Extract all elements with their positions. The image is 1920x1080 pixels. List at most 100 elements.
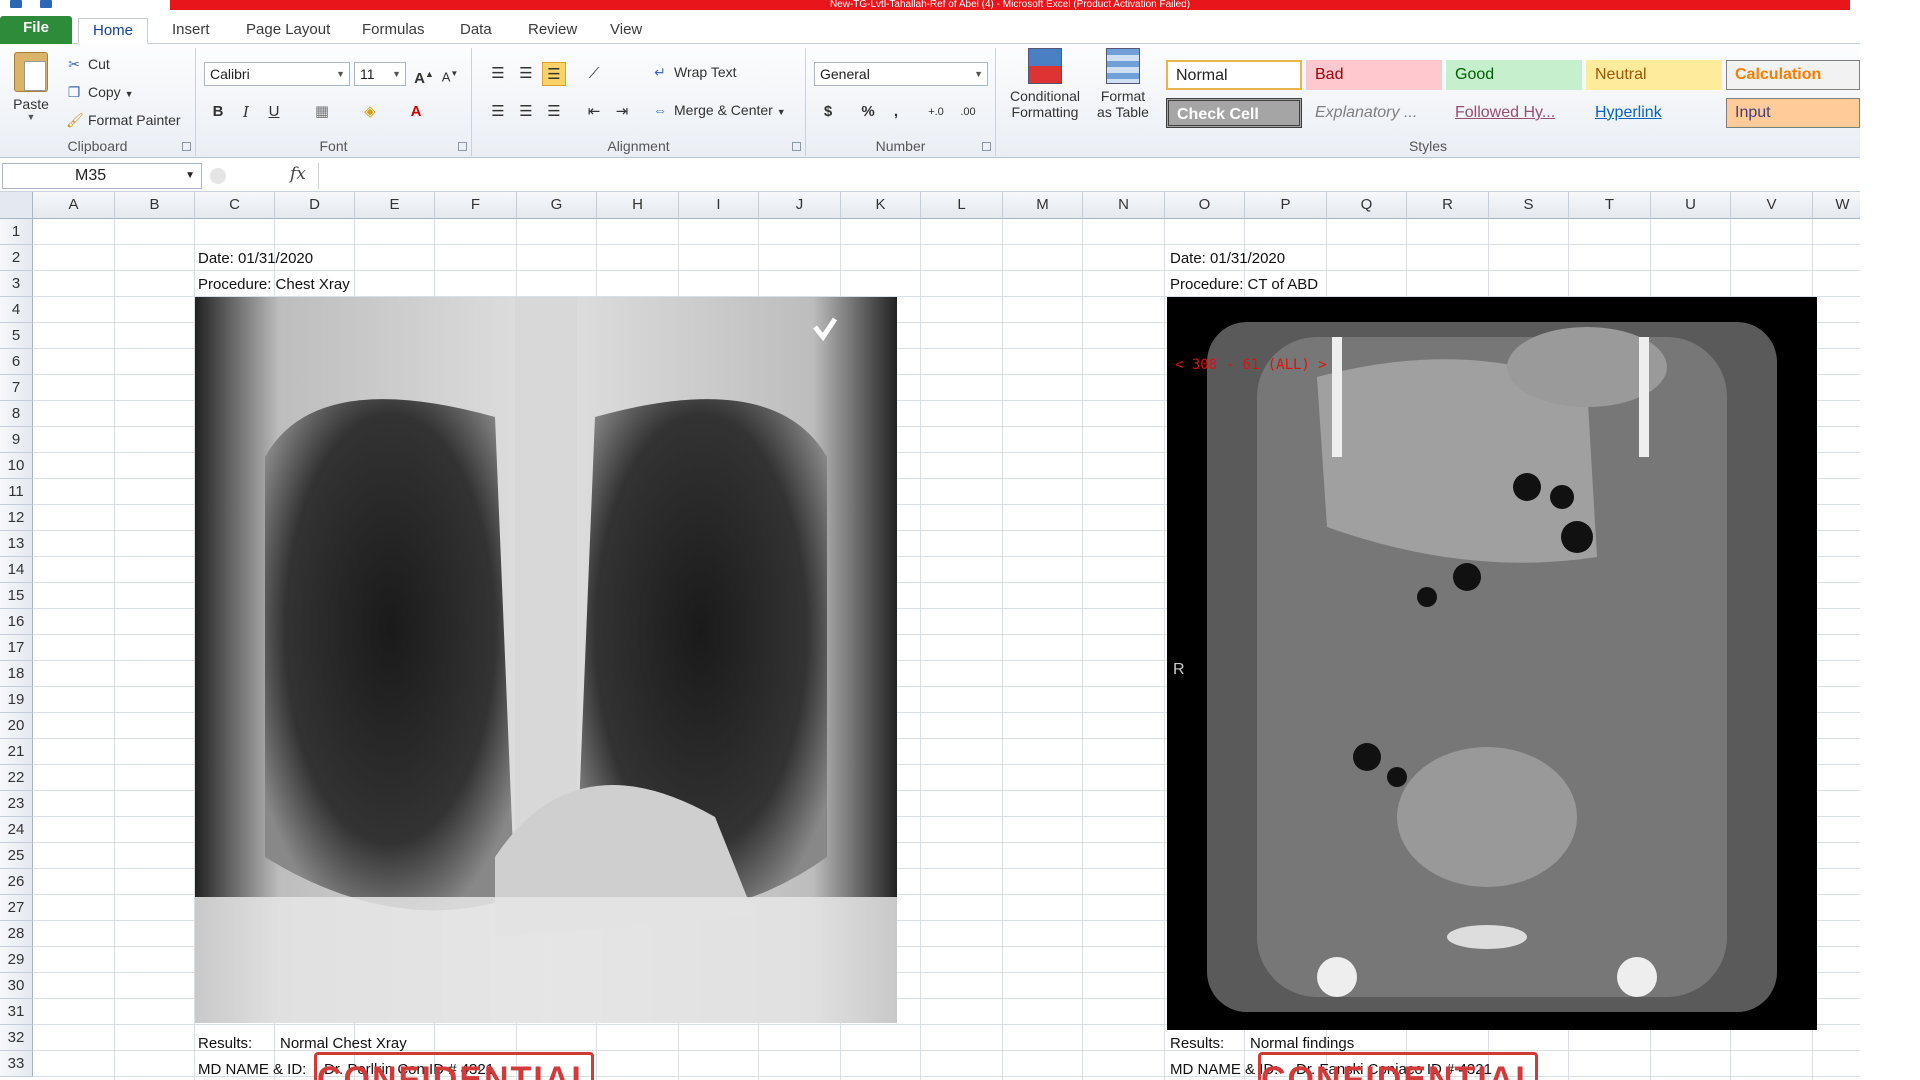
merge-center-button[interactable]: ⇔ Merge & Center ▼ (652, 102, 786, 118)
format-as-table-button[interactable]: Format as Table (1088, 48, 1158, 120)
column-header[interactable]: N (1083, 192, 1165, 219)
comma-button[interactable]: , (884, 100, 908, 124)
style-followed-hyperlink[interactable]: Followed Hy... (1446, 98, 1582, 128)
row-header[interactable]: 4 (0, 297, 33, 323)
name-box[interactable]: M35 ▼ (2, 163, 202, 189)
column-header[interactable]: E (355, 192, 435, 219)
row-header[interactable]: 10 (0, 453, 33, 479)
dialog-launcher-icon[interactable] (982, 142, 991, 151)
column-header[interactable]: B (115, 192, 195, 219)
row-header[interactable]: 6 (0, 349, 33, 375)
tab-view[interactable]: View (596, 18, 656, 44)
excel-app-icon[interactable] (10, 0, 22, 8)
row-header[interactable]: 14 (0, 557, 33, 583)
dialog-launcher-icon[interactable] (182, 142, 191, 151)
align-bottom-icon[interactable]: ☰ (542, 62, 566, 86)
style-bad[interactable]: Bad (1306, 60, 1442, 90)
style-explanatory[interactable]: Explanatory ... (1306, 98, 1442, 128)
row-header[interactable]: 28 (0, 921, 33, 947)
tab-file[interactable]: File (0, 16, 72, 44)
align-left-icon[interactable]: ☰ (486, 100, 510, 124)
font-size-combo[interactable]: 11 ▼ (354, 62, 406, 86)
style-check-cell[interactable]: Check Cell (1166, 98, 1302, 128)
formula-input[interactable] (318, 163, 1860, 189)
column-header[interactable]: A (33, 192, 115, 219)
conditional-formatting-button[interactable]: Conditional Formatting (1002, 48, 1088, 120)
font-color-icon[interactable]: A (404, 100, 428, 124)
column-header[interactable]: V (1731, 192, 1813, 219)
increase-indent-icon[interactable]: ⇥ (610, 100, 634, 124)
row-header[interactable]: 5 (0, 323, 33, 349)
column-header[interactable]: H (597, 192, 679, 219)
format-painter-button[interactable]: 🖌 Format Painter (66, 112, 181, 129)
row-header[interactable]: 18 (0, 661, 33, 687)
row-header[interactable]: 19 (0, 687, 33, 713)
dialog-launcher-icon[interactable] (458, 142, 467, 151)
row-header[interactable]: 12 (0, 505, 33, 531)
borders-icon[interactable]: ▦ (310, 100, 334, 124)
wrap-text-button[interactable]: ↵ Wrap Text (652, 64, 736, 81)
row-header[interactable]: 1 (0, 219, 33, 245)
decrease-indent-icon[interactable]: ⇤ (582, 100, 606, 124)
row-header[interactable]: 25 (0, 843, 33, 869)
column-header[interactable]: W (1813, 192, 1860, 219)
column-header[interactable]: S (1489, 192, 1569, 219)
formula-bar-handle[interactable] (210, 168, 226, 184)
column-header[interactable]: G (517, 192, 597, 219)
align-top-icon[interactable]: ☰ (486, 62, 510, 86)
row-header[interactable]: 20 (0, 713, 33, 739)
column-header[interactable]: C (195, 192, 275, 219)
column-header[interactable]: L (921, 192, 1003, 219)
orientation-icon[interactable]: ⟋ (582, 62, 606, 86)
column-header[interactable]: O (1165, 192, 1245, 219)
row-header[interactable]: 27 (0, 895, 33, 921)
insert-function-button[interactable]: fx (290, 164, 306, 184)
column-header[interactable]: Q (1327, 192, 1407, 219)
column-header[interactable]: F (435, 192, 517, 219)
row-header[interactable]: 30 (0, 973, 33, 999)
style-calculation[interactable]: Calculation (1726, 60, 1860, 90)
align-center-icon[interactable]: ☰ (514, 100, 538, 124)
paste-button[interactable]: Paste ▼ (8, 52, 54, 122)
save-icon[interactable] (40, 0, 52, 8)
tab-page-layout[interactable]: Page Layout (232, 18, 344, 44)
row-header[interactable]: 16 (0, 609, 33, 635)
row-header[interactable]: 9 (0, 427, 33, 453)
tab-insert[interactable]: Insert (158, 18, 224, 44)
column-header[interactable]: M (1003, 192, 1083, 219)
row-header[interactable]: 23 (0, 791, 33, 817)
row-header[interactable]: 33 (0, 1051, 33, 1077)
style-hyperlink[interactable]: Hyperlink (1586, 98, 1722, 128)
copy-button[interactable]: ❐ Copy ▼ (66, 84, 134, 101)
style-neutral[interactable]: Neutral (1586, 60, 1722, 90)
column-header[interactable]: P (1245, 192, 1327, 219)
row-header[interactable]: 31 (0, 999, 33, 1025)
shrink-font-button[interactable]: A▼ (438, 62, 462, 86)
style-normal[interactable]: Normal (1166, 60, 1302, 90)
row-header[interactable]: 2 (0, 245, 33, 271)
column-header[interactable]: U (1651, 192, 1731, 219)
column-header[interactable]: T (1569, 192, 1651, 219)
number-format-combo[interactable]: General ▼ (814, 62, 988, 86)
row-header[interactable]: 29 (0, 947, 33, 973)
column-header[interactable]: J (759, 192, 841, 219)
row-header[interactable]: 26 (0, 869, 33, 895)
row-header[interactable]: 32 (0, 1025, 33, 1051)
align-right-icon[interactable]: ☰ (542, 100, 566, 124)
tab-review[interactable]: Review (514, 18, 591, 44)
row-header[interactable]: 22 (0, 765, 33, 791)
percent-button[interactable]: % (856, 100, 880, 124)
grow-font-button[interactable]: A▲ (412, 62, 436, 87)
row-header[interactable]: 7 (0, 375, 33, 401)
column-header[interactable]: R (1407, 192, 1489, 219)
row-header[interactable]: 15 (0, 583, 33, 609)
row-header[interactable]: 11 (0, 479, 33, 505)
align-middle-icon[interactable]: ☰ (514, 62, 538, 86)
column-header[interactable]: K (841, 192, 921, 219)
decrease-decimal-button[interactable]: .00 (954, 100, 982, 124)
italic-button[interactable]: I (234, 100, 258, 124)
style-input[interactable]: Input (1726, 98, 1860, 128)
bold-button[interactable]: B (206, 100, 230, 124)
select-all-corner[interactable] (0, 192, 33, 219)
row-header[interactable]: 21 (0, 739, 33, 765)
